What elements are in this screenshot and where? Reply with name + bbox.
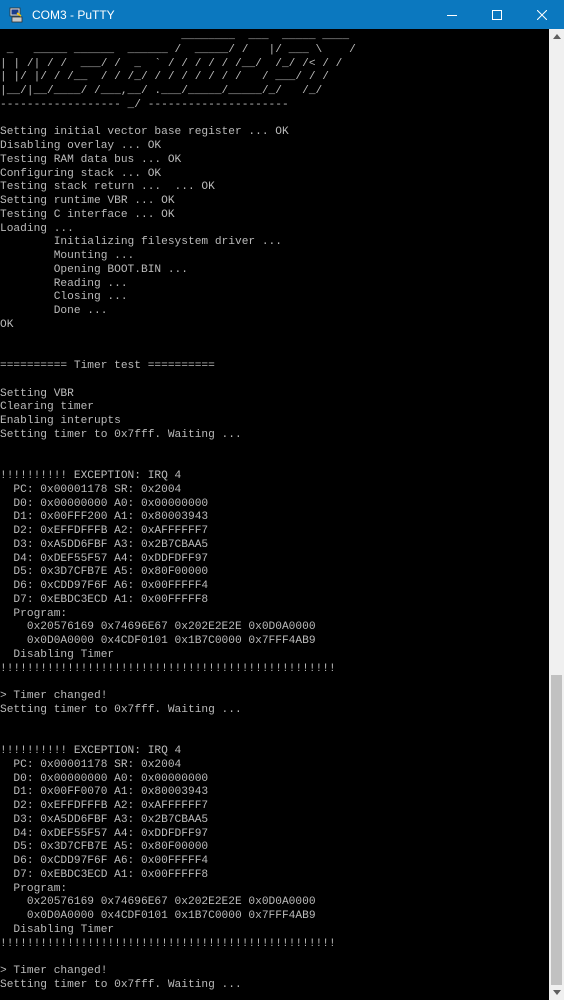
window-title: COM3 - PuTTY <box>32 7 115 22</box>
terminal-line: Testing stack return ... ... OK <box>0 181 215 194</box>
terminal-line: !!!!!!!!!!!!!!!!!!!!!!!!!!!!!!!!!!!!!!!!… <box>0 662 336 675</box>
terminal-line: Mounting ... <box>0 250 135 262</box>
terminal-line: |__/|__/____/ /___,__/ .___/_____/_____/… <box>0 85 323 97</box>
terminal-line: D7: 0xEBDC3ECD A1: 0x00FFFFF8 <box>0 868 209 881</box>
terminal-line: _ _____ ______ ______ / _____/ / |/ ___ … <box>0 43 356 56</box>
maximize-button[interactable] <box>474 0 519 29</box>
terminal-line: 0x20576169 0x74696E67 0x202E2E2E 0x0D0A0… <box>0 896 316 909</box>
terminal-line: Testing C interface ... OK <box>0 208 175 221</box>
terminal-line: !!!!!!!!!! EXCEPTION: IRQ 4 <box>0 470 182 482</box>
terminal-line: D5: 0x3D7CFB7E A5: 0x80F00000 <box>0 566 209 579</box>
terminal-line: Setting initial vector base register ...… <box>0 126 289 139</box>
terminal-line: D4: 0xDEF55F57 A4: 0xDDFDFF97 <box>0 827 209 840</box>
terminal-line: ------------------ _/ ------------------… <box>0 98 289 111</box>
terminal-line: Loading ... <box>0 222 74 235</box>
scroll-up-button[interactable] <box>549 29 564 44</box>
terminal-line: Reading ... <box>0 277 128 290</box>
terminal-line: | | /| / / ___/ / _ ` / / / / / /__/ /_/… <box>0 57 343 70</box>
terminal-line: Opening BOOT.BIN ... <box>0 263 188 276</box>
terminal-line: D2: 0xEFFDFFFB A2: 0xAFFFFFF7 <box>0 800 209 812</box>
terminal-line: Disabling overlay ... OK <box>0 140 162 152</box>
terminal-line: Configuring stack ... OK <box>0 167 162 180</box>
scroll-down-arrow-icon <box>552 990 561 995</box>
terminal-line: | |/ |/ / /__ / / /_/ / / / / / / / / __… <box>0 71 329 84</box>
terminal-line: Setting VBR <box>0 387 74 400</box>
close-icon <box>536 9 547 20</box>
terminal-line: D1: 0x00FFF200 A1: 0x80003943 <box>0 511 209 524</box>
terminal-line: Disabling Timer <box>0 923 115 936</box>
title-bar[interactable]: COM3 - PuTTY <box>0 0 564 29</box>
terminal-line: Clearing timer <box>0 401 94 414</box>
terminal-line: Program: <box>0 607 68 620</box>
terminal-line: 0x20576169 0x74696E67 0x202E2E2E 0x0D0A0… <box>0 621 316 634</box>
putty-computer-icon[interactable] <box>8 7 24 23</box>
terminal-line: 0x0D0A0000 0x4CDF0101 0x1B7C0000 0x7FFF4… <box>0 635 316 647</box>
scroll-down-button[interactable] <box>549 985 564 1000</box>
terminal-line: 0x0D0A0000 0x4CDF0101 0x1B7C0000 0x7FFF4… <box>0 910 316 922</box>
terminal-line: Setting timer to 0x7fff. Waiting ... <box>0 703 242 716</box>
terminal-line: Setting timer to 0x7fff. Waiting ... <box>0 978 242 991</box>
terminal-line: PC: 0x00001178 SR: 0x2004 <box>0 758 182 771</box>
terminal-line: Done ... <box>0 305 108 317</box>
scroll-up-arrow-icon <box>552 34 561 39</box>
terminal-line: Initializing filesystem driver ... <box>0 236 282 249</box>
close-button[interactable] <box>519 0 564 29</box>
terminal-line: > Timer changed! <box>0 690 108 702</box>
terminal-line: !!!!!!!!!! EXCEPTION: IRQ 4 <box>0 745 182 757</box>
terminal-line: D0: 0x00000000 A0: 0x00000000 <box>0 497 209 510</box>
terminal-line: Testing RAM data bus ... OK <box>0 153 182 166</box>
terminal-line: D3: 0xA5DD6FBF A3: 0x2B7CBAA5 <box>0 813 209 826</box>
maximize-icon <box>491 9 502 20</box>
terminal-line: Disabling Timer <box>0 648 115 661</box>
window-controls <box>429 0 564 29</box>
terminal-line: Setting runtime VBR ... OK <box>0 195 175 207</box>
terminal-line: > Timer changed! <box>0 965 108 977</box>
minimize-icon <box>446 14 457 16</box>
terminal-line: Enabling interupts <box>0 415 121 427</box>
vertical-scrollbar[interactable] <box>549 29 564 1000</box>
terminal-line: PC: 0x00001178 SR: 0x2004 <box>0 483 182 496</box>
terminal-line: D6: 0xCDD97F6F A6: 0x00FFFFF4 <box>0 855 209 867</box>
terminal-line: D1: 0x00FF0070 A1: 0x80003943 <box>0 786 209 799</box>
terminal-line: D0: 0x00000000 A0: 0x00000000 <box>0 772 209 785</box>
terminal-line: D5: 0x3D7CFB7E A5: 0x80F00000 <box>0 841 209 854</box>
terminal-line: Program: <box>0 882 68 895</box>
terminal-line: Closing ... <box>0 291 128 304</box>
putty-window: COM3 - PuTTY ________ ___ _____ ____ _ _… <box>0 0 564 1000</box>
terminal-line: D4: 0xDEF55F57 A4: 0xDDFDFF97 <box>0 552 209 565</box>
terminal-line: ========== Timer test ========== <box>0 360 215 372</box>
scrollbar-thumb[interactable] <box>551 675 562 985</box>
terminal-output[interactable]: ________ ___ _____ ____ _ _____ ______ _… <box>0 29 549 1000</box>
terminal-line: Setting timer to 0x7fff. Waiting ... <box>0 428 242 441</box>
terminal-line: D6: 0xCDD97F6F A6: 0x00FFFFF4 <box>0 580 209 592</box>
minimize-button[interactable] <box>429 0 474 29</box>
terminal-line: OK <box>0 318 14 331</box>
terminal-line: ________ ___ _____ ____ <box>0 30 350 42</box>
terminal-line: D3: 0xA5DD6FBF A3: 0x2B7CBAA5 <box>0 538 209 551</box>
terminal-line: !!!!!!!!!!!!!!!!!!!!!!!!!!!!!!!!!!!!!!!!… <box>0 937 336 950</box>
terminal-line: D2: 0xEFFDFFFB A2: 0xAFFFFFF7 <box>0 525 209 537</box>
terminal-line: D7: 0xEBDC3ECD A1: 0x00FFFFF8 <box>0 593 209 606</box>
